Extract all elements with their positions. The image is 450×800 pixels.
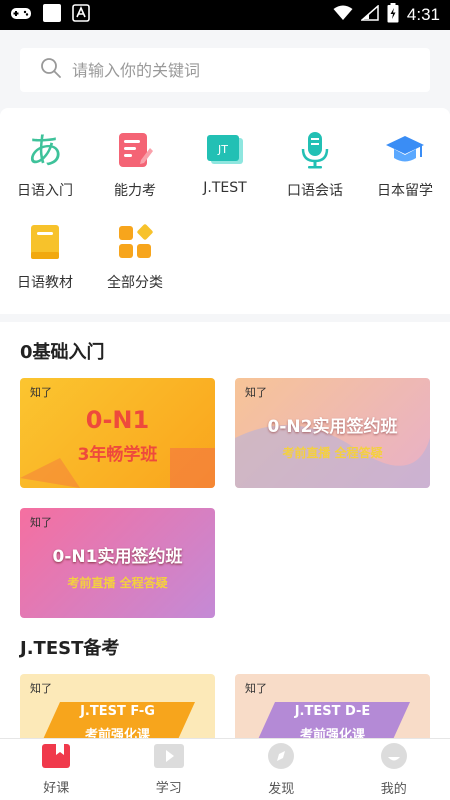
wifi-icon	[333, 5, 353, 26]
category-label: 口语会话	[287, 183, 343, 199]
category-all[interactable]: 全部分类	[90, 222, 180, 314]
course-grid: 知了 0-N1 3年畅学班 知了 0-N2实用签约班 考前直播 全程答疑 知了 …	[20, 378, 430, 618]
hiragana-a-icon: あ	[25, 130, 65, 170]
card-title: 0-N1实用签约班	[52, 547, 183, 567]
tab-profile[interactable]: 我的	[338, 739, 450, 800]
card-title: 0-N1	[85, 406, 150, 434]
category-japanese-intro[interactable]: あ 日语入门	[0, 130, 90, 222]
category-jlpt[interactable]: 能力考	[90, 130, 180, 222]
card-subtitle: 考前直播 全程答疑	[67, 576, 168, 590]
battery-icon	[387, 2, 399, 28]
category-jtest[interactable]: JT J.TEST	[180, 130, 270, 222]
search-bar[interactable]	[20, 48, 430, 92]
section-beginner: 0基础入门 知了 0-N1 3年畅学班 知了 0-N2实用签约班 考前直播 全程…	[0, 322, 450, 618]
search-area	[0, 30, 450, 100]
category-label: 日语教材	[17, 275, 73, 291]
tab-courses[interactable]: 好课	[0, 739, 113, 800]
compass-icon	[267, 742, 295, 774]
profile-icon	[380, 742, 408, 774]
svg-text:JT: JT	[217, 143, 228, 156]
tab-label: 我的	[380, 782, 407, 797]
search-input[interactable]	[72, 60, 392, 80]
category-study-abroad[interactable]: 日本留学	[360, 130, 450, 222]
tab-label: 学习	[155, 781, 182, 796]
course-card[interactable]: 知了 0-N1实用签约班 考前直播 全程答疑	[20, 508, 215, 618]
category-grid: あ 日语入门 能力考 JT J.TEST 口语会话 日本留学 日语教材 全部分类	[0, 108, 450, 314]
tab-label: 好课	[43, 781, 70, 796]
category-speaking[interactable]: 口语会话	[270, 130, 360, 222]
graduation-cap-icon	[385, 130, 425, 170]
section-title: J.TEST备考	[20, 638, 120, 659]
notes-icon	[115, 130, 155, 170]
category-textbooks[interactable]: 日语教材	[0, 222, 90, 314]
category-label: 全部分类	[107, 275, 163, 291]
tab-label: 发现	[268, 782, 295, 797]
category-label: J.TEST	[203, 180, 247, 196]
brand-logo: 知了	[30, 516, 52, 529]
jtest-icon: JT	[205, 130, 245, 170]
tab-discover[interactable]: 发现	[225, 739, 338, 800]
section-title: 0基础入门	[20, 342, 105, 363]
bottom-tab-bar: 好课 学习 发现 我的	[0, 738, 450, 800]
card-subtitle: 3年畅学班	[77, 445, 158, 465]
tab-study[interactable]: 学习	[113, 739, 226, 800]
card-subtitle: 考前直播 全程答疑	[282, 446, 383, 460]
category-label: 日语入门	[17, 183, 73, 199]
microphone-icon	[295, 130, 335, 170]
status-bar: 4:31	[0, 0, 450, 30]
book-icon	[25, 222, 65, 262]
clock-time: 4:31	[406, 5, 440, 24]
play-icon	[153, 743, 185, 773]
category-label: 日本留学	[377, 183, 433, 199]
grid-icon	[115, 222, 155, 262]
signal-icon	[359, 3, 379, 26]
course-card[interactable]: 知了 0-N2实用签约班 考前直播 全程答疑	[235, 378, 430, 488]
search-icon	[40, 57, 62, 83]
square-app-icon	[42, 3, 62, 27]
course-card[interactable]: 知了 0-N1 3年畅学班	[20, 378, 215, 488]
gamepad-icon	[10, 5, 32, 25]
book-icon	[41, 743, 71, 773]
category-label: 能力考	[114, 183, 156, 199]
card-title: J.TEST F-G	[80, 704, 155, 719]
svg-text:あ: あ	[27, 131, 63, 170]
card-title: J.TEST D-E	[294, 704, 371, 719]
font-a-icon	[72, 4, 90, 26]
card-title: 0-N2实用签约班	[267, 417, 398, 437]
